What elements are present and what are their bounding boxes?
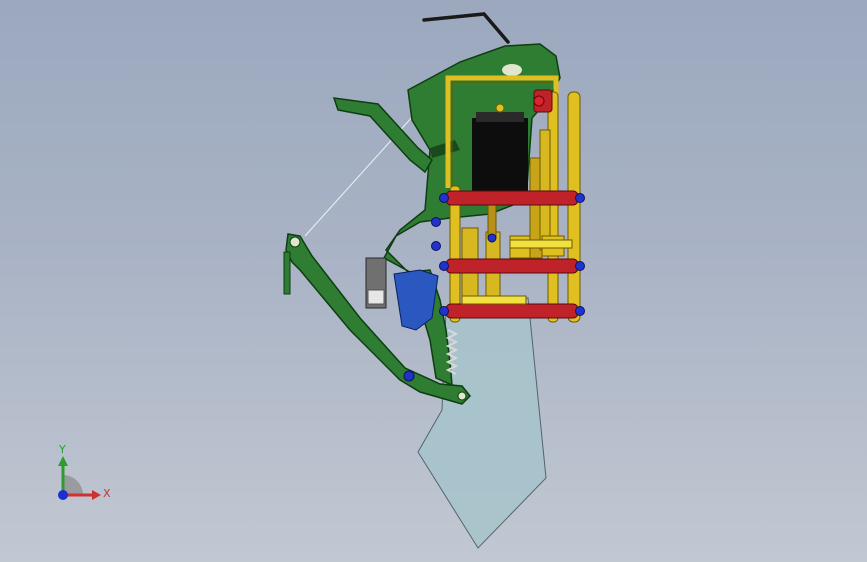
y-axis-label: Y [59, 443, 66, 456]
cross-shaft-upper [445, 190, 579, 206]
top-shaft-nut [533, 95, 545, 107]
clip-tip [367, 289, 385, 305]
motor-cap [476, 112, 524, 122]
x-axis-head [92, 490, 101, 500]
cross-shaft-lower [445, 303, 579, 319]
right-gear-plate [567, 91, 581, 323]
spacer-lower [461, 295, 527, 305]
assembly-model[interactable] [0, 0, 867, 562]
lever-tab [283, 251, 291, 295]
x-axis-label: X [103, 487, 111, 500]
lever-bolt [403, 370, 415, 382]
frame-slot [502, 64, 522, 76]
motor-body [472, 118, 528, 196]
lever-end-hole [457, 391, 467, 401]
motor-mount-screw [495, 103, 505, 113]
spacer-middle [509, 239, 573, 249]
cad-viewport[interactable]: Y X [0, 0, 867, 562]
cross-shaft-middle [445, 258, 579, 274]
left-gear-plate [449, 185, 461, 323]
lever-pivot [289, 236, 301, 248]
top-handle-wire [422, 12, 510, 44]
z-axis-dot [58, 490, 68, 500]
y-axis-head [58, 456, 68, 466]
